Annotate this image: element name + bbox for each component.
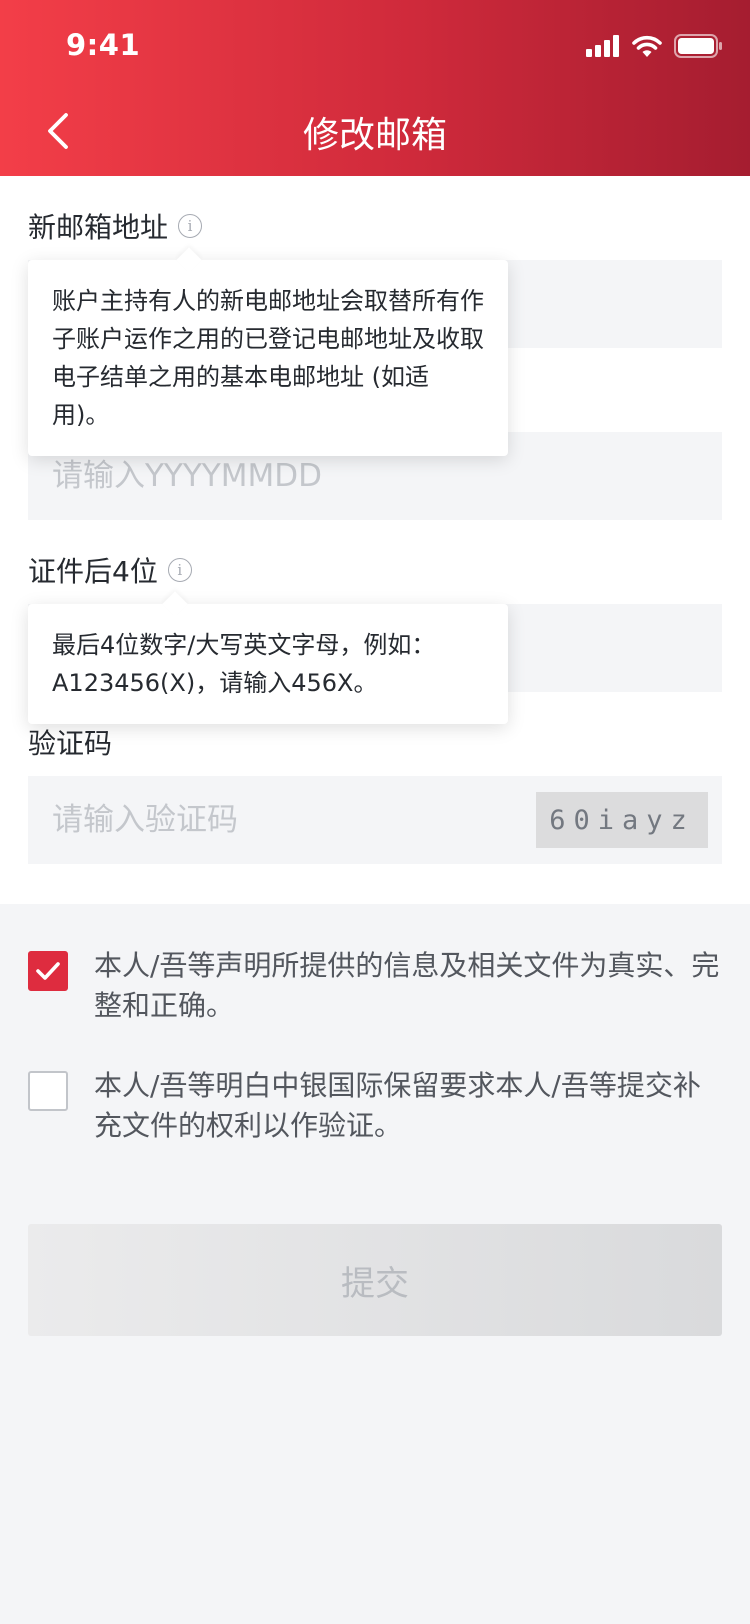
id-last4-label: 证件后4位 i xyxy=(28,550,192,590)
battery-icon xyxy=(674,34,722,58)
consent-documents: 本人/吾等明白中银国际保留要求本人/吾等提交补充文件的权利以作验证。 xyxy=(28,1066,722,1146)
wifi-icon xyxy=(632,35,662,57)
captcha-field[interactable]: 60iayz xyxy=(28,776,722,864)
header: 9:41 修改邮箱 xyxy=(0,0,750,176)
consent-documents-text: 本人/吾等明白中银国际保留要求本人/吾等提交补充文件的权利以作验证。 xyxy=(94,1069,701,1142)
email-label: 新邮箱地址 i xyxy=(28,206,203,246)
submit-button[interactable]: 提交 xyxy=(28,1224,722,1336)
dob-input[interactable] xyxy=(52,458,722,494)
status-icons xyxy=(586,32,722,60)
captcha-label: 验证码 xyxy=(28,722,112,762)
captcha-input[interactable] xyxy=(52,802,532,838)
id-last4-info-icon[interactable]: i xyxy=(167,558,192,582)
consent-accuracy-checkbox[interactable] xyxy=(28,951,68,991)
email-label-text: 新邮箱地址 xyxy=(28,211,169,244)
email-info-icon[interactable]: i xyxy=(178,214,203,238)
screen: 9:41 修改邮箱 新邮箱地址 i 请输入YYYYMMDD 证件后4位 i 验证… xyxy=(0,0,750,1624)
status-time: 9:41 xyxy=(66,28,141,62)
email-tooltip: 账户主持有人的新电邮地址会取替所有作子账户运作之用的已登记电邮地址及收取电子结单… xyxy=(28,260,508,456)
id-last4-tooltip: 最后4位数字/大写英文字母，例如：A123456(X)，请输入456X。 xyxy=(28,604,508,724)
id-last4-label-text: 证件后4位 xyxy=(28,555,158,588)
checkmark-icon xyxy=(36,962,60,980)
consent-accuracy-text: 本人/吾等声明所提供的信息及相关文件为真实、完整和正确。 xyxy=(94,949,720,1022)
cellular-signal-icon xyxy=(586,35,619,57)
captcha-image[interactable]: 60iayz xyxy=(536,792,708,848)
page-title: 修改邮箱 xyxy=(302,115,447,156)
captcha-label-text: 验证码 xyxy=(28,727,113,760)
consent-accuracy: 本人/吾等声明所提供的信息及相关文件为真实、完整和正确。 xyxy=(28,946,722,1026)
consent-documents-checkbox[interactable] xyxy=(28,1071,68,1111)
